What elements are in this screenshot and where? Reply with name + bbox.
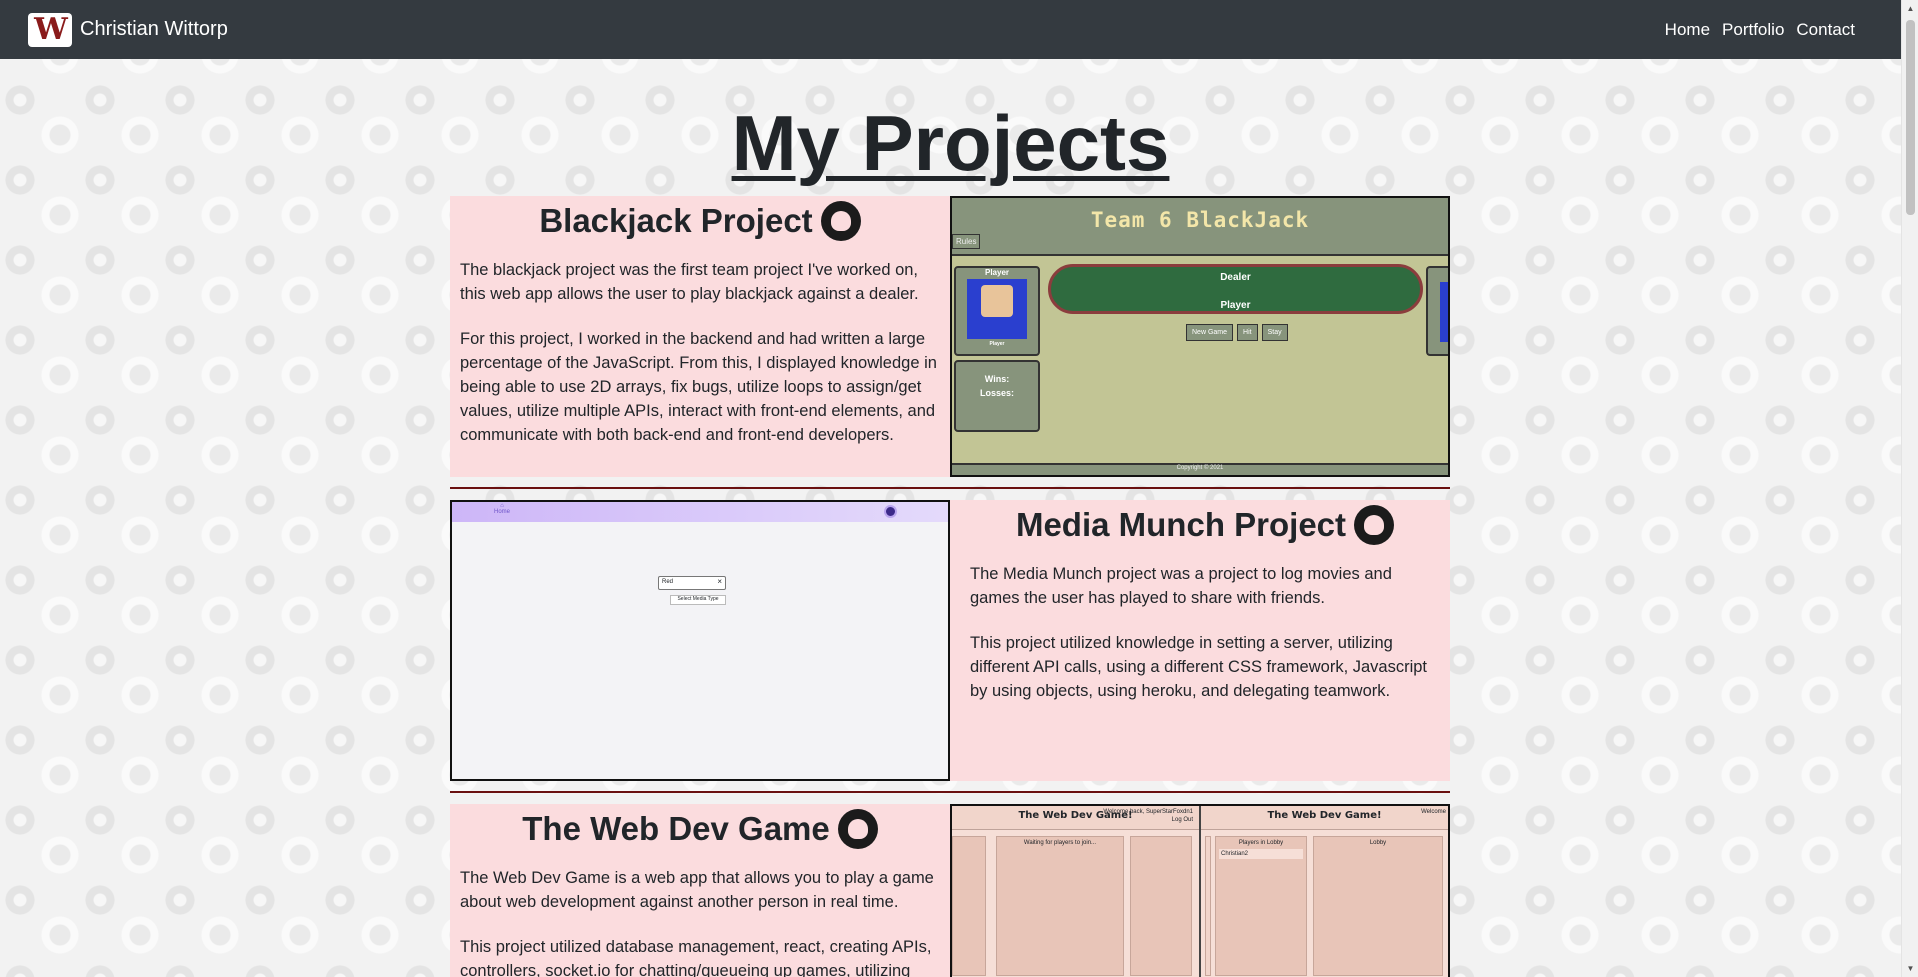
project-description: For this project, I worked in the backen…: [460, 330, 937, 444]
project-heading: Blackjack Project: [460, 198, 940, 244]
mm-home-link: ⌂ Home: [494, 503, 511, 515]
bj-new-game-button: New Game: [1186, 324, 1234, 341]
bj-table: Dealer Player: [1048, 264, 1423, 314]
project-description: The blackjack project was the first team…: [460, 261, 919, 303]
bj-dealer-label: Dealer: [1220, 272, 1251, 283]
bj-avatar-caption: Player: [989, 341, 1005, 347]
wd-title: The Web Dev Game!: [1201, 806, 1448, 830]
bj-side-card: [1426, 266, 1448, 356]
scrollbar[interactable]: ▲ ▼: [1901, 0, 1918, 977]
bj-avatar-image: [967, 279, 1027, 339]
bj-hit-button: Hit: [1237, 324, 1258, 341]
wd-game-rules: [1205, 836, 1211, 976]
bj-title: Team 6 BlackJack: [1090, 208, 1310, 232]
wd-pane-left: The Web Dev Game! Welcome back, SuperSta…: [952, 806, 1201, 977]
bj-rules-button: Rules: [952, 234, 981, 249]
project-heading: Media Munch Project: [970, 502, 1440, 548]
divider: [450, 487, 1450, 489]
wd-players-label: Players in Lobby: [1238, 840, 1284, 846]
brand-link[interactable]: W Christian Wittorp: [28, 12, 228, 47]
project-title: Blackjack Project: [539, 202, 813, 239]
project-text-card: Media Munch Project The Media Munch proj…: [950, 500, 1450, 781]
bj-stay-button: Stay: [1261, 324, 1288, 341]
mm-home-label: Home: [494, 509, 511, 515]
wd-welcome-text: Welcome back, SuperStarFoxdn1: [1103, 809, 1193, 815]
wd-logout: Log Out: [1171, 817, 1193, 823]
logo-icon: W: [28, 12, 72, 47]
mm-navbar: ⌂ Home: [452, 502, 948, 522]
project-description: The Web Dev Game is a web app that allow…: [460, 869, 934, 911]
bj-table-player-label: Player: [1220, 300, 1251, 311]
wd-column: [1130, 836, 1192, 976]
nav-link-portfolio[interactable]: Portfolio: [1722, 20, 1784, 40]
navbar: W Christian Wittorp Home Portfolio Conta…: [0, 0, 1901, 59]
wd-players-in-lobby: Players in Lobby Christian2: [1215, 836, 1307, 976]
scroll-down-icon[interactable]: ▼: [1902, 960, 1918, 977]
mm-select: Select Media Type: [670, 595, 726, 605]
nav-link-home[interactable]: Home: [1665, 20, 1710, 40]
bj-header: Team 6 BlackJack Rules: [952, 198, 1448, 256]
github-icon[interactable]: [820, 201, 861, 241]
bj-player-card: Player Player: [954, 266, 1040, 356]
project-screenshot: Team 6 BlackJack Rules Player Player Win…: [950, 196, 1450, 477]
project-title: Media Munch Project: [1015, 506, 1347, 543]
project-description: The Media Munch project was a project to…: [970, 565, 1392, 607]
wd-welcome-short: Welcome: [1421, 809, 1446, 815]
wd-lobby: Lobby: [1313, 836, 1443, 976]
project-blackjack: Blackjack Project The blackjack project …: [450, 196, 1450, 477]
bj-losses-label: Losses:: [979, 388, 1014, 398]
github-icon[interactable]: [1354, 505, 1395, 545]
bj-stats-card: Wins: Losses:: [954, 360, 1040, 432]
project-screenshot: ⌂Home Red Select Media Type: [450, 500, 950, 781]
bj-wins-label: Wins:: [984, 374, 1010, 384]
scroll-up-icon[interactable]: ▲: [1902, 0, 1918, 17]
page-title: My Projects: [731, 99, 1170, 187]
bj-footer: Copyright © 2021: [952, 463, 1448, 475]
divider: [450, 791, 1450, 793]
wd-welcome: Welcome back, SuperStarFoxdn1 Log Out: [1103, 808, 1193, 824]
project-media-munch: ⌂Home Red Select Media Type Media Munch …: [450, 500, 1450, 781]
project-heading: The Web Dev Game: [460, 806, 940, 852]
bj-player-label: Player: [984, 268, 1010, 277]
mm-avatar: [884, 505, 897, 518]
project-web-dev-game: The Web Dev Game The Web Dev Game is a w…: [450, 804, 1450, 977]
mm-search-input: Red: [658, 576, 726, 590]
project-text-card: Blackjack Project The blackjack project …: [450, 196, 950, 477]
project-title: The Web Dev Game: [522, 810, 830, 847]
project-description: This project utilized knowledge in setti…: [970, 634, 1428, 700]
wd-column: Waiting for players to join...: [996, 836, 1124, 976]
github-icon[interactable]: [837, 809, 878, 849]
scroll-thumb[interactable]: [1906, 20, 1915, 215]
brand-name: Christian Wittorp: [80, 18, 228, 40]
nav-link-contact[interactable]: Contact: [1796, 20, 1855, 40]
project-text-card: The Web Dev Game The Web Dev Game is a w…: [450, 804, 950, 977]
project-screenshot: The Web Dev Game! Welcome back, SuperSta…: [950, 804, 1450, 977]
wd-column: [952, 836, 986, 976]
bj-buttons: New Game Hit Stay: [1186, 324, 1288, 341]
nav-links: Home Portfolio Contact: [1665, 20, 1873, 40]
wd-pane-right: The Web Dev Game! Welcome Players in Lob…: [1201, 806, 1448, 977]
project-description: This project utilized database managemen…: [460, 938, 932, 977]
wd-lobby-player: Christian2: [1219, 849, 1303, 859]
